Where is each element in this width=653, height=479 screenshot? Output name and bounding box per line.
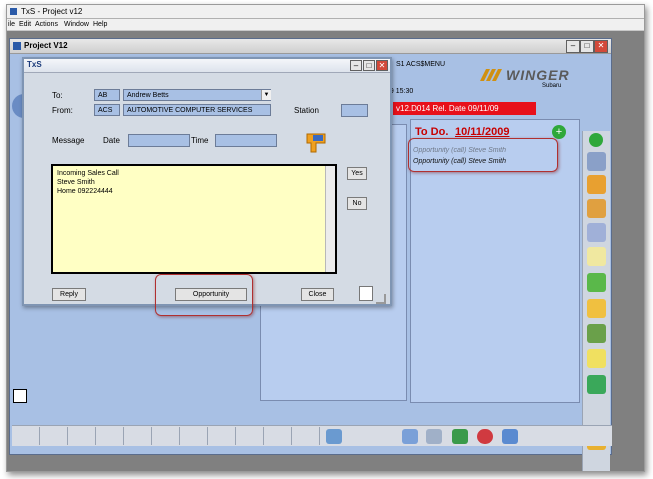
calculator-icon[interactable] [502,429,518,444]
toolbar-slot[interactable] [152,427,180,445]
menu-help[interactable]: Help [93,19,107,30]
app-title: TxS - Project v12 [21,7,83,16]
to-label: To: [52,91,63,100]
to-name-select[interactable]: Andrew Betts [123,89,271,101]
winger-logo-mark [480,69,502,81]
project-window-title: Project V12 [24,41,68,50]
spreadsheet-icon[interactable] [587,273,606,292]
message-line: Incoming Sales Call [57,170,119,177]
toolbar-slot[interactable] [40,427,68,445]
message-body[interactable]: Incoming Sales Call Steve Smith Home 092… [51,164,337,274]
right-toolbar [582,131,610,471]
winger-logo: WINGER Subaru [478,67,598,89]
car-service-icon[interactable] [326,429,342,444]
bottom-toolbar [12,425,612,446]
app-icon [10,8,17,15]
station-label: Station [294,106,319,115]
window-icon [13,42,21,50]
checklist-icon[interactable] [587,375,606,394]
email-icon[interactable] [477,429,493,444]
from-label: From: [52,106,73,115]
version-banner: v12.D014 Rel. Date 09/11/09 [393,102,536,115]
date-field[interactable] [128,134,190,147]
application-window: TxS - Project v12 ile Edit Actions Windo… [6,4,645,472]
calculator-icon[interactable] [587,152,606,171]
maximize-button[interactable]: □ [580,40,594,53]
time-label: Time [191,136,209,145]
close-button[interactable]: ✕ [594,40,608,53]
menu-bar: ile Edit Actions Window Help [7,19,644,31]
menu-actions[interactable]: Actions [35,19,58,30]
logo-name: WINGER [506,67,570,83]
todo-date[interactable]: 10/11/2009 [455,126,509,138]
todo-panel: To Do. 10/11/2009 Opportunity (call) Ste… [408,119,580,403]
message-dialog: TxS – □ ✕ To: AB Andrew Betts ▼ From: AC… [22,57,392,316]
from-code-field[interactable]: ACS [94,104,120,116]
note-pin-icon[interactable] [587,175,606,194]
chevron-down-icon[interactable]: ▼ [261,90,271,100]
dialog-checkbox[interactable] [359,286,373,301]
station-field[interactable] [341,104,368,117]
menu-edit[interactable]: Edit [19,19,31,30]
message-line: Steve Smith [57,179,95,186]
app-title-bar: TxS - Project v12 [7,5,644,19]
menu-code: S1 ACS$MENU [396,61,446,68]
mail-icon[interactable] [587,223,606,242]
project-window-title-bar: Project V12 – □ ✕ [10,39,611,54]
note-pin-icon[interactable] [304,131,328,155]
printer-icon[interactable] [587,299,606,318]
dialog-title-bar: TxS – □ ✕ [24,59,390,73]
add-icon[interactable] [589,133,603,147]
toolbar-slot[interactable] [208,427,236,445]
dialog-minimize-button[interactable]: – [350,60,362,71]
message-scrollbar[interactable] [325,166,335,272]
logo-sub: Subaru [542,83,562,89]
opportunity-highlight [155,274,253,316]
from-name-field[interactable]: AUTOMOTIVE COMPUTER SERVICES [123,104,271,116]
message-label: Message [52,136,85,145]
left-checkbox[interactable] [13,389,27,403]
toolbar-slot[interactable] [292,427,320,445]
dialog-maximize-button[interactable]: □ [363,60,375,71]
close-dialog-button[interactable]: Close [301,288,334,301]
toolbar-slot[interactable] [264,427,292,445]
resize-grip[interactable] [376,294,386,304]
phone-icon[interactable] [587,199,606,218]
time-field[interactable] [215,134,277,147]
todo-title: To Do. [415,126,449,138]
person-icon[interactable] [452,429,468,444]
box-icon[interactable] [402,429,418,444]
to-code-field[interactable]: AB [94,89,120,101]
search-doc-icon[interactable] [426,429,442,444]
clipboard-icon[interactable] [587,247,606,266]
yes-button[interactable]: Yes [347,167,367,180]
no-button[interactable]: No [347,197,367,210]
reply-button[interactable]: Reply [52,288,86,301]
add-todo-button[interactable]: + [552,125,566,139]
toolbar-slot[interactable] [180,427,208,445]
wrench-icon[interactable] [587,324,606,343]
toolbar-slot[interactable] [68,427,96,445]
toolbar-slot[interactable] [236,427,264,445]
message-line: Home 092224444 [57,188,113,195]
toolbar-slot[interactable] [96,427,124,445]
lightbulb-icon[interactable] [587,349,606,368]
date-label: Date [103,136,120,145]
minimize-button[interactable]: – [566,40,580,53]
toolbar-slot[interactable] [124,427,152,445]
dialog-title: TxS [27,60,42,69]
menu-window[interactable]: Window [64,19,89,30]
todo-highlight [408,138,558,172]
menu-file[interactable]: ile [8,19,15,30]
dialog-close-button[interactable]: ✕ [376,60,388,71]
toolbar-slot[interactable] [12,427,40,445]
